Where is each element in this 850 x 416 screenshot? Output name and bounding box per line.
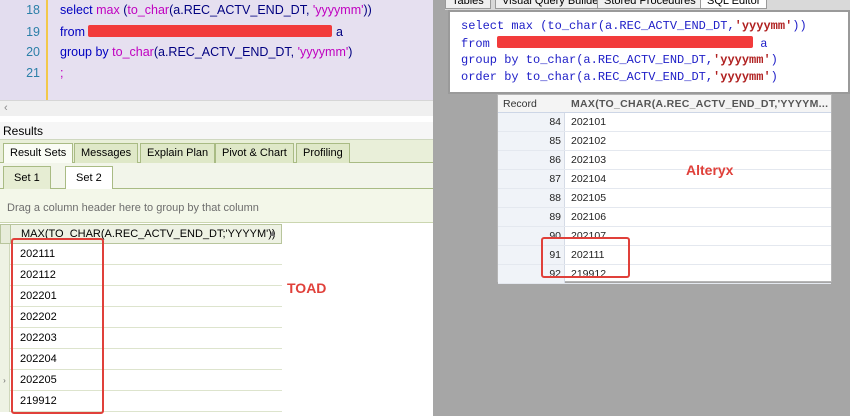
grid-cell[interactable]: 202104 <box>571 170 606 188</box>
column-header-value[interactable]: MAX(TO_CHAR(A.REC_ACTV_END_DT,'YYYYM... <box>571 95 828 113</box>
table-row[interactable]: 85 202102 <box>498 132 831 151</box>
row-indicator[interactable] <box>0 265 10 286</box>
grid-cell[interactable]: 202103 <box>571 151 606 169</box>
row-indicator[interactable] <box>0 328 10 349</box>
string-literal: 'yyyymm' <box>312 3 364 17</box>
current-row-arrow-icon[interactable]: › <box>0 370 10 391</box>
toad-window: 18 19 20 21 select max (to_char(a.REC_AC… <box>0 0 433 416</box>
record-number: 89 <box>498 208 565 226</box>
record-number: 86 <box>498 151 565 169</box>
code-text: (a.REC_ACTV_END_DT, <box>153 45 298 59</box>
tab-pivot-chart[interactable]: Pivot & Chart <box>215 143 294 163</box>
tab-sql-editor[interactable]: SQL Editor <box>700 0 768 9</box>
redaction-bar <box>497 36 754 48</box>
results-panel-title: Results <box>0 122 433 140</box>
keyword-from: from <box>60 25 85 39</box>
line-number: 20 <box>26 45 40 59</box>
row-indicator[interactable] <box>0 391 10 412</box>
table-row[interactable]: 87 202104 <box>498 170 831 189</box>
scroll-left-icon[interactable]: ‹ <box>4 102 8 114</box>
grid-cell[interactable]: 202101 <box>571 113 606 131</box>
annotation-toad: TOAD <box>287 280 327 296</box>
table-alias: a <box>335 25 343 39</box>
editor-horizontal-scrollbar[interactable]: ‹ <box>0 100 433 116</box>
highlight-box-alteryx <box>541 237 630 278</box>
code-line-21: ; <box>60 66 63 80</box>
row-indicator-header <box>1 225 11 243</box>
row-indicator[interactable] <box>0 307 10 328</box>
string-literal: 'yyyymm' <box>713 70 771 84</box>
function-to-char: to_char <box>112 45 154 59</box>
grid-header-row: Record MAX(TO_CHAR(A.REC_ACTV_END_DT,'YY… <box>498 95 831 113</box>
alteryx-sql-editor[interactable]: select max (to_char(a.REC_ACTV_END_DT,'y… <box>448 10 850 94</box>
set-tabs-bar: Set 1 Set 2 <box>0 163 433 190</box>
record-number: 85 <box>498 132 565 150</box>
code-line-18: select max (to_char(a.REC_ACTV_END_DT, '… <box>60 3 372 17</box>
line-number: 18 <box>26 3 40 17</box>
sql-text: ) <box>770 53 778 67</box>
string-literal: 'yyyymm' <box>713 53 771 67</box>
sql-text: )) <box>792 19 807 33</box>
sql-text: order by to_char(a.REC_ACTV_END_DT, <box>461 70 714 84</box>
tab-explain-plan[interactable]: Explain Plan <box>140 143 216 163</box>
alteryx-tab-strip: Tables Visual Query Builder Stored Proce… <box>445 0 850 10</box>
tab-tables[interactable]: Tables <box>445 0 491 9</box>
line-number: 19 <box>26 25 40 39</box>
function-to-char: to_char <box>127 3 170 17</box>
sql-text: group by to_char(a.REC_ACTV_END_DT, <box>461 53 714 67</box>
highlight-box-toad <box>11 238 104 414</box>
table-row[interactable]: 89 202106 <box>498 208 831 227</box>
table-row[interactable]: 84 202101 <box>498 113 831 132</box>
sql-line-2: from a <box>461 36 767 51</box>
code-text: ; <box>60 66 64 80</box>
table-row[interactable]: 88 202105 <box>498 189 831 208</box>
sql-line-4: order by to_char(a.REC_ACTV_END_DT,'yyyy… <box>461 70 778 84</box>
row-indicator[interactable] <box>0 244 10 265</box>
grid-cell[interactable]: 202105 <box>571 189 606 207</box>
record-number: 84 <box>498 113 565 131</box>
grid-cell[interactable]: 202102 <box>571 132 606 150</box>
result-tabs-bar: Result Sets Messages Explain Plan Pivot … <box>0 140 433 164</box>
line-number: 21 <box>26 66 40 80</box>
tab-messages[interactable]: Messages <box>74 143 139 163</box>
code-text: )) <box>363 3 372 17</box>
record-number: 87 <box>498 170 565 188</box>
sort-up-icon[interactable]: ▲ <box>268 228 277 238</box>
annotation-alteryx: Alteryx <box>686 162 734 178</box>
group-by-drop-area[interactable]: Drag a column header here to group by th… <box>0 189 433 223</box>
string-literal: 'yyyymm' <box>297 45 349 59</box>
table-row[interactable]: 86 202103 <box>498 151 831 170</box>
row-indicator[interactable] <box>0 349 10 370</box>
string-literal: 'yyyymm' <box>734 19 793 33</box>
tab-set-1[interactable]: Set 1 <box>3 166 51 189</box>
code-text: (a.REC_ACTV_END_DT, <box>169 3 313 17</box>
line-number-gutter: 18 19 20 21 <box>0 0 48 100</box>
row-indicator[interactable] <box>0 286 10 307</box>
tab-visual-query-builder[interactable]: Visual Query Builder <box>495 0 610 9</box>
column-header-record[interactable]: Record <box>503 95 537 113</box>
tab-profiling[interactable]: Profiling <box>296 143 350 163</box>
sql-line-3: group by to_char(a.REC_ACTV_END_DT,'yyyy… <box>461 53 778 67</box>
grid-cell[interactable]: 202106 <box>571 208 606 226</box>
toad-sql-editor[interactable]: 18 19 20 21 select max (to_char(a.REC_AC… <box>0 0 433 100</box>
sql-text: from <box>461 37 490 51</box>
keyword-group-by: group by <box>60 45 109 59</box>
keyword-select: select <box>60 3 93 17</box>
record-number: 88 <box>498 189 565 207</box>
function-max: max <box>96 3 120 17</box>
sql-line-1: select max (to_char(a.REC_ACTV_END_DT,'y… <box>461 19 807 33</box>
code-text: ) <box>348 45 353 59</box>
tab-stored-procedures[interactable]: Stored Procedures <box>597 0 703 9</box>
code-line-19: from a <box>60 25 343 39</box>
sql-text: ) <box>770 70 778 84</box>
code-line-20: group by to_char(a.REC_ACTV_END_DT, 'yyy… <box>60 45 352 59</box>
table-alias: a <box>760 37 768 51</box>
redaction-bar <box>88 25 333 37</box>
sql-text: select max (to_char(a.REC_ACTV_END_DT, <box>461 19 735 33</box>
tab-result-sets[interactable]: Result Sets <box>3 143 74 164</box>
tab-set-2[interactable]: Set 2 <box>65 166 113 190</box>
